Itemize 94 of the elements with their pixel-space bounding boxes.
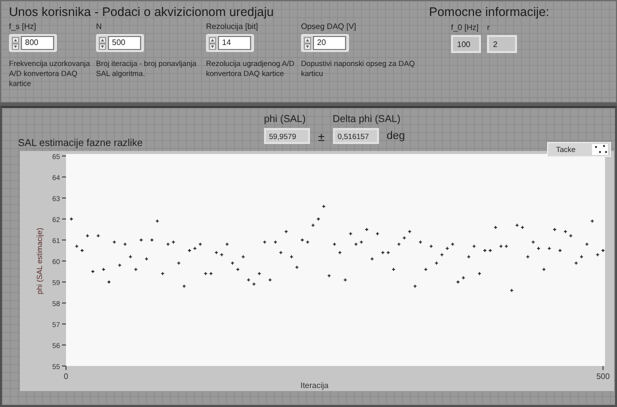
data-point xyxy=(236,267,240,272)
plus-minus-sign: ± xyxy=(318,130,325,144)
data-point xyxy=(268,278,272,282)
data-point xyxy=(96,234,100,238)
data-point xyxy=(257,272,262,276)
data-point xyxy=(69,217,74,221)
data-point xyxy=(107,280,111,284)
indicator-field: 100 xyxy=(451,35,481,53)
numeric-field[interactable]: 14 xyxy=(206,34,254,52)
data-point xyxy=(478,272,482,276)
data-point xyxy=(338,250,342,255)
point-style-icon xyxy=(592,144,608,155)
data-point xyxy=(311,223,315,228)
data-point xyxy=(176,261,181,266)
data-point xyxy=(429,244,434,248)
data-point xyxy=(294,265,299,270)
indicator-label: phi (SAL) xyxy=(264,114,306,125)
data-point xyxy=(424,267,428,272)
tick-label: 0 xyxy=(64,372,68,381)
field-label: f_s [Hz] xyxy=(9,22,38,31)
data-point xyxy=(584,242,589,246)
data-point xyxy=(139,238,144,242)
data-point xyxy=(278,250,283,255)
field-label: Rezolucija [bit] xyxy=(206,22,260,31)
data-point xyxy=(542,267,546,272)
data-point xyxy=(322,204,326,208)
numeric-field[interactable]: 800 xyxy=(9,34,57,52)
data-point xyxy=(128,254,132,259)
data-point xyxy=(241,254,246,259)
data-point xyxy=(536,246,540,250)
data-point xyxy=(86,234,90,238)
data-point xyxy=(531,240,536,244)
data-point xyxy=(408,230,412,234)
data-point xyxy=(144,256,148,261)
data-point xyxy=(316,217,320,221)
field-label: Opseg DAQ [V] xyxy=(301,22,358,31)
data-point xyxy=(526,254,530,259)
indicator-field: 2 xyxy=(487,35,517,53)
data-point xyxy=(134,267,138,272)
data-point xyxy=(262,240,267,244)
field-label: f_0 [Hz] xyxy=(451,23,480,32)
data-point xyxy=(510,288,514,292)
graph-title: SAL estimacije fazne razlike xyxy=(18,138,144,149)
panel-title: Unos korisnika - Podaci o akvizicionom uredjaju xyxy=(9,5,275,19)
data-point xyxy=(343,278,348,282)
data-point xyxy=(327,274,332,278)
data-point xyxy=(182,284,186,288)
numeric-field[interactable]: 20 xyxy=(301,34,349,52)
data-point xyxy=(370,256,374,261)
numeric-field[interactable]: 500 xyxy=(96,34,144,52)
data-point xyxy=(150,238,154,242)
spin-buttons[interactable] xyxy=(12,36,19,50)
data-point xyxy=(118,263,122,268)
data-point xyxy=(413,284,417,288)
tick-label: 500 xyxy=(596,372,610,381)
data-point xyxy=(580,254,584,259)
data-point xyxy=(230,261,234,266)
data-point xyxy=(440,252,444,257)
data-point xyxy=(348,232,353,236)
unit-label: deg xyxy=(386,130,405,142)
data-point xyxy=(392,267,396,272)
data-point xyxy=(123,242,128,246)
data-point xyxy=(376,232,380,236)
data-point xyxy=(466,254,471,259)
data-point xyxy=(160,272,165,276)
data-point xyxy=(273,240,278,244)
field-label: r xyxy=(487,23,491,32)
data-point xyxy=(290,254,294,259)
indicator-label: Delta phi (SAL) xyxy=(332,114,400,125)
field-label: N xyxy=(96,22,103,31)
data-point xyxy=(418,240,422,244)
data-point xyxy=(112,240,116,244)
data-point xyxy=(547,246,552,250)
data-point xyxy=(332,242,336,246)
panel-title: Pomocne informacije: xyxy=(429,5,550,19)
data-point xyxy=(590,219,594,224)
data-point xyxy=(102,267,106,272)
data-point xyxy=(90,270,95,274)
data-point xyxy=(434,261,438,266)
data-point xyxy=(472,244,476,248)
data-point xyxy=(402,236,406,240)
data-point xyxy=(574,261,578,266)
spin-buttons[interactable] xyxy=(99,36,106,50)
data-point xyxy=(552,228,557,232)
data-point xyxy=(494,225,498,230)
spin-buttons[interactable] xyxy=(304,36,311,50)
data-point xyxy=(364,228,369,232)
axis-label: Iteracija xyxy=(300,381,328,390)
data-point xyxy=(558,248,562,252)
spin-buttons[interactable] xyxy=(209,36,216,50)
data-point xyxy=(397,242,401,246)
data-point xyxy=(225,242,230,246)
data-point xyxy=(284,230,288,234)
data-point xyxy=(155,219,160,224)
